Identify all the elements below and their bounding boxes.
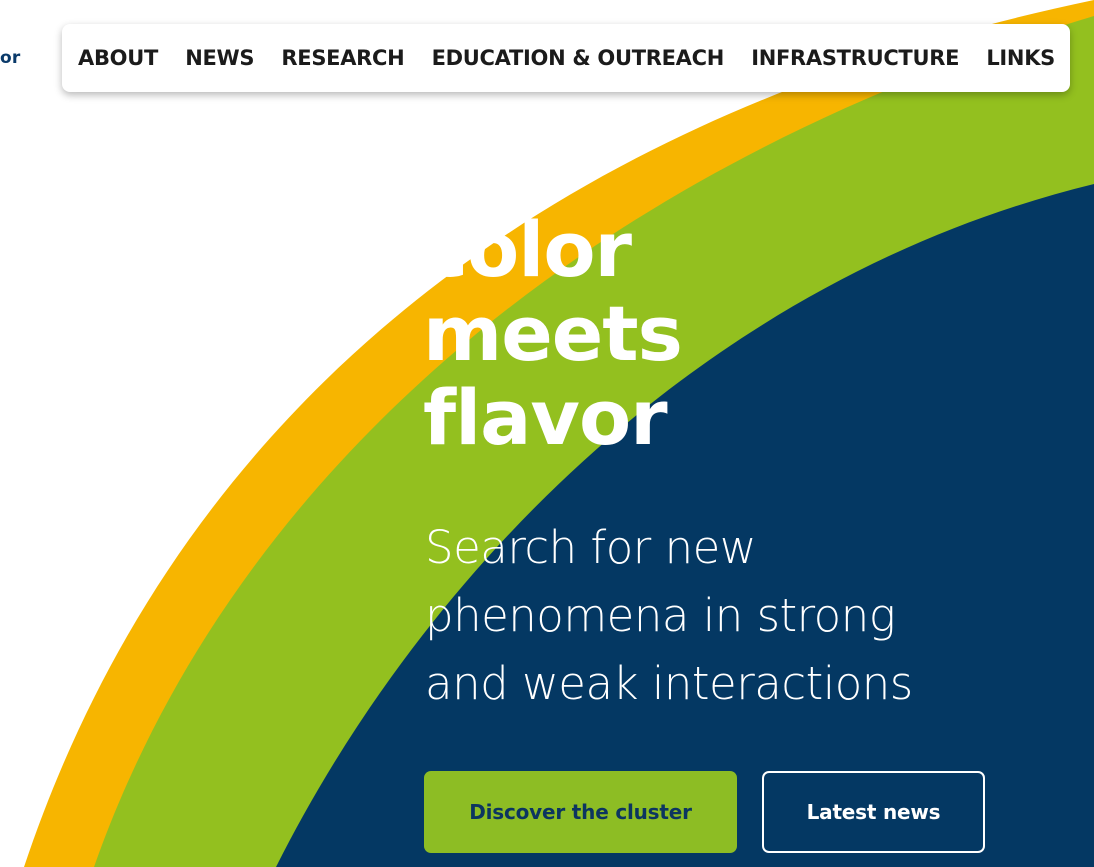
hero-subtitle-line: and weak interactions xyxy=(425,657,913,710)
nav-item-research[interactable]: RESEARCH xyxy=(281,46,404,70)
discover-cluster-button[interactable]: Discover the cluster xyxy=(424,771,737,853)
nav-item-education-outreach[interactable]: EDUCATION & OUTREACH xyxy=(432,46,725,70)
nav-item-links[interactable]: LINKS xyxy=(986,46,1055,70)
hero-subtitle-line: Search for new xyxy=(425,521,757,574)
site-logo-fragment[interactable]: or xyxy=(0,48,20,68)
hero-subtitle: Search for new phenomena in strong and w… xyxy=(425,514,1025,718)
hero-subtitle-line: phenomena in strong xyxy=(425,589,896,642)
nav-item-about[interactable]: ABOUT xyxy=(78,46,158,70)
hero-title-line: flavor xyxy=(423,373,668,462)
hero-title-line: meets xyxy=(423,289,683,378)
latest-news-button[interactable]: Latest news xyxy=(762,771,985,853)
nav-item-news[interactable]: NEWS xyxy=(185,46,254,70)
hero-title-line: color xyxy=(423,205,632,294)
main-navigation: ABOUT NEWS RESEARCH EDUCATION & OUTREACH… xyxy=(62,24,1070,92)
nav-item-infrastructure[interactable]: INFRASTRUCTURE xyxy=(751,46,959,70)
hero-title: color meets flavor xyxy=(423,205,683,462)
